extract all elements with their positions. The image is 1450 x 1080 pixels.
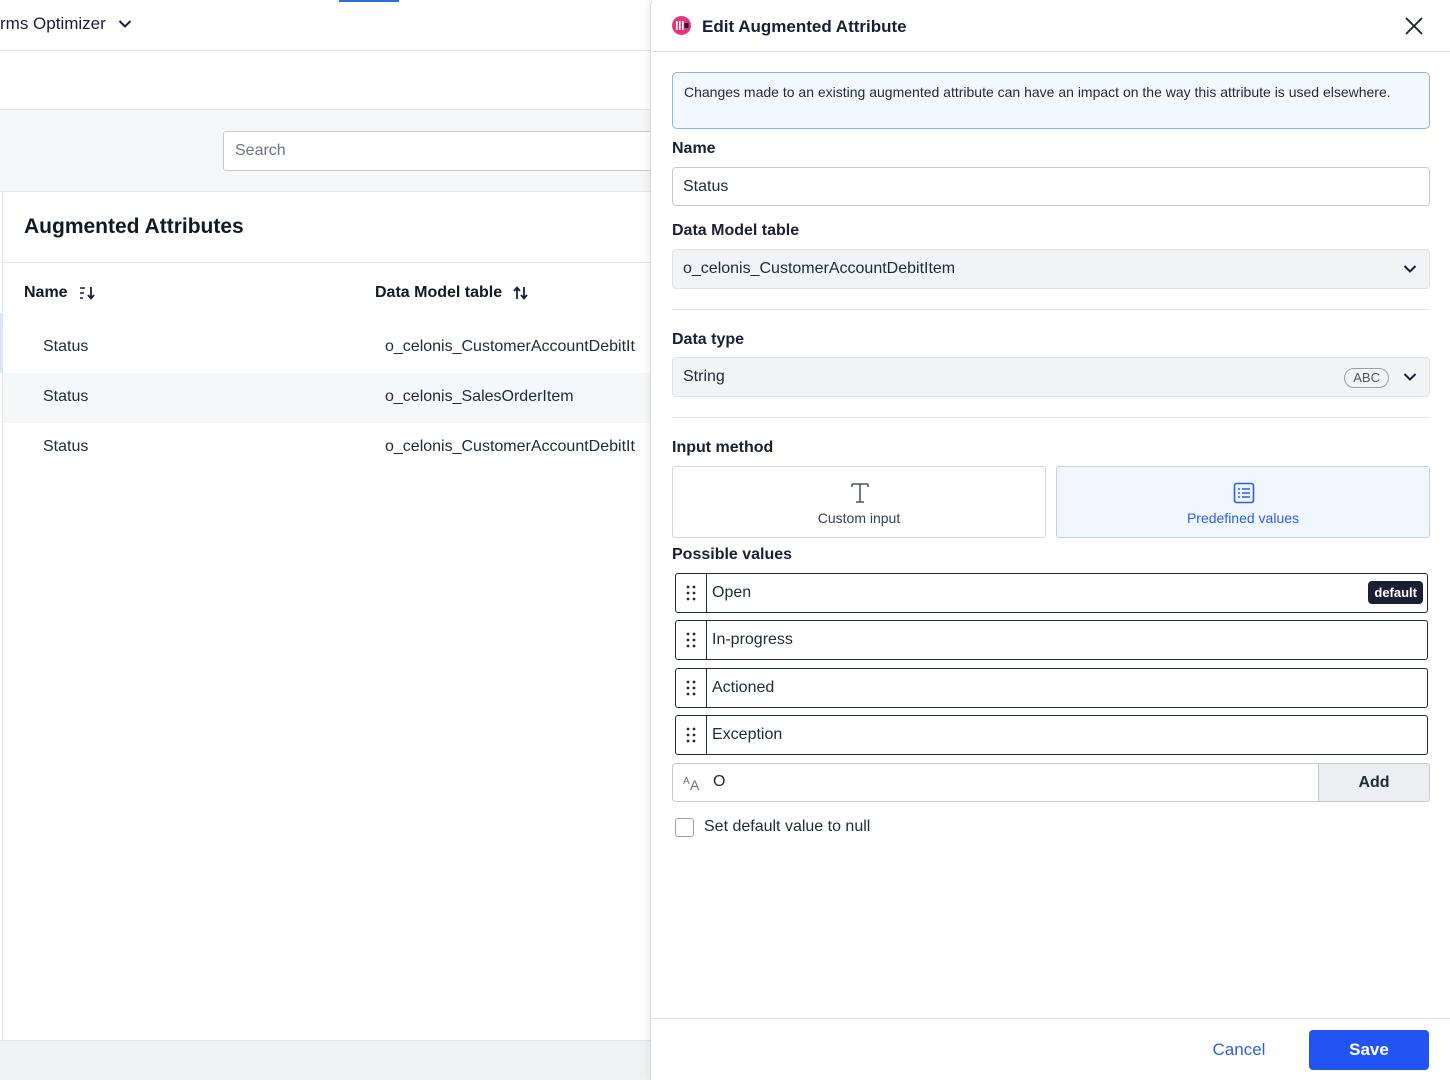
chevron-down-icon	[118, 20, 131, 28]
modal-footer: Cancel Save	[651, 1018, 1450, 1080]
custom-input-label: Custom input	[817, 510, 901, 526]
drag-handle[interactable]	[676, 574, 707, 612]
active-tab-indicator	[339, 0, 399, 2]
info-banner: Changes made to an existing augmented at…	[672, 72, 1430, 129]
table-row[interactable]: Status o_celonis_CustomerAccountDebitIt	[3, 323, 660, 373]
add-value-button[interactable]: Add	[1318, 764, 1429, 801]
column-header-label: Data Model table	[375, 284, 503, 301]
row-name: Status	[43, 338, 89, 355]
table-select[interactable]: o_celonis_CustomerAccountDebitItem	[672, 249, 1430, 289]
chevron-down-icon	[1403, 373, 1417, 381]
type-badge: ABC	[1344, 368, 1389, 388]
svg-text:A: A	[690, 777, 700, 792]
table-row[interactable]: Status o_celonis_SalesOrderItem	[3, 373, 660, 423]
text-t-icon	[851, 483, 869, 503]
new-value-group: A A O Add	[672, 763, 1430, 802]
drag-handle[interactable]	[676, 621, 707, 659]
list-icon	[1233, 482, 1255, 504]
row-table: o_celonis_CustomerAccountDebitIt	[385, 338, 635, 355]
column-header-label: Name	[24, 284, 68, 301]
divider	[3, 262, 660, 263]
drag-handle[interactable]	[676, 716, 707, 754]
possible-value-row[interactable]: In-progress	[675, 620, 1428, 660]
name-label: Name	[672, 140, 716, 157]
app-title: rms Optimizer	[0, 14, 106, 33]
drag-handle-icon	[686, 632, 696, 648]
method-label: Input method	[672, 439, 774, 456]
row-table: o_celonis_SalesOrderItem	[385, 388, 574, 405]
drag-handle-icon	[686, 680, 696, 696]
null-default-checkbox[interactable]	[675, 818, 694, 837]
drag-handle[interactable]	[676, 669, 707, 707]
possible-value-row[interactable]: Open default	[675, 573, 1428, 613]
possible-value-text[interactable]: Exception	[712, 726, 782, 744]
svg-text:A: A	[683, 776, 690, 787]
sub-header	[0, 51, 660, 110]
text-format-icon: A A	[683, 776, 700, 792]
possible-value-text[interactable]: Actioned	[712, 679, 774, 697]
footer-band	[0, 1040, 660, 1080]
column-header-table[interactable]: Data Model table	[375, 284, 530, 302]
type-select-value: String	[683, 368, 725, 385]
sort-arrows-icon[interactable]	[512, 285, 530, 301]
row-table: o_celonis_CustomerAccountDebitIt	[385, 438, 635, 455]
app-switcher[interactable]: rms Optimizer	[0, 14, 132, 34]
row-name: Status	[43, 388, 89, 405]
predefined-values-option[interactable]: Predefined values	[1056, 466, 1430, 538]
divider	[672, 417, 1430, 418]
name-field[interactable]: Status	[672, 167, 1430, 206]
possible-values-label: Possible values	[672, 546, 793, 563]
modal-title: Edit Augmented Attribute	[702, 17, 907, 36]
page-title: Augmented Attributes	[24, 215, 244, 238]
predefined-values-label: Predefined values	[1186, 510, 1300, 526]
edit-attribute-modal: Edit Augmented Attribute Changes made to…	[650, 0, 1450, 1080]
custom-input-option[interactable]: Custom input	[672, 466, 1046, 538]
drag-handle-icon	[686, 585, 696, 601]
app-header: rms Optimizer	[0, 0, 660, 51]
modal-header: Edit Augmented Attribute	[651, 0, 1450, 52]
null-default-label[interactable]: Set default value to null	[704, 818, 870, 836]
search-input[interactable]: Search	[223, 131, 663, 171]
save-button[interactable]: Save	[1309, 1030, 1429, 1070]
column-header-name[interactable]: Name	[24, 284, 96, 302]
close-icon[interactable]	[1404, 16, 1424, 36]
cancel-button[interactable]: Cancel	[1199, 1030, 1279, 1070]
new-value-input[interactable]: O	[713, 773, 725, 791]
sort-descending-icon[interactable]	[78, 285, 96, 301]
row-name: Status	[43, 438, 89, 455]
drag-handle-icon	[686, 727, 696, 743]
default-badge: default	[1368, 581, 1423, 604]
divider	[672, 309, 1430, 310]
possible-value-text[interactable]: Open	[712, 584, 751, 602]
possible-value-row[interactable]: Exception	[675, 715, 1428, 755]
table-select-value: o_celonis_CustomerAccountDebitItem	[683, 260, 956, 277]
type-label: Data type	[672, 331, 745, 348]
possible-value-row[interactable]: Actioned	[675, 668, 1428, 708]
table-label: Data Model table	[672, 222, 800, 239]
celonis-logo-icon	[672, 16, 691, 35]
chevron-down-icon	[1403, 265, 1417, 273]
table-row[interactable]: Status o_celonis_CustomerAccountDebitIt	[3, 423, 660, 473]
possible-value-text[interactable]: In-progress	[712, 631, 793, 649]
content-card	[2, 192, 660, 1040]
type-select[interactable]: String ABC	[672, 357, 1430, 397]
